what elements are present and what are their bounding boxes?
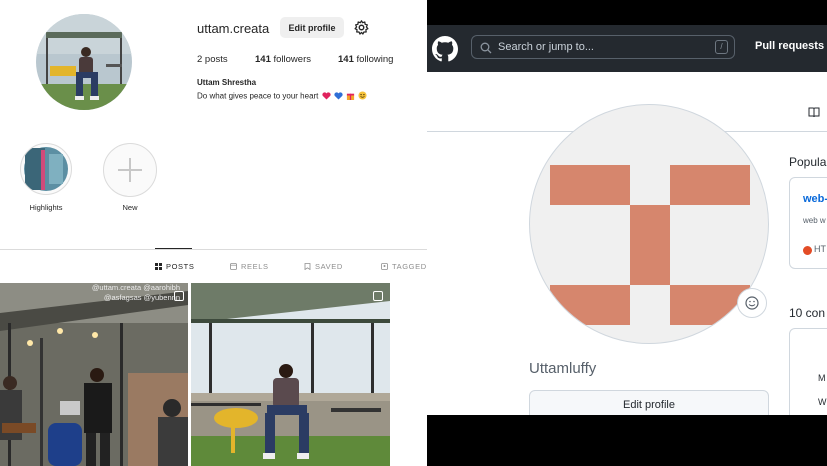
search-shortcut-key: / [715,40,728,54]
profile-bio: Do what gives peace to your heart [197,91,367,102]
edit-profile-button[interactable]: Edit profile [529,390,769,415]
language-color-dot [803,246,812,255]
new-highlight-button[interactable]: New [103,143,157,212]
profile-username: Uttamluffy [529,360,597,377]
gear-icon[interactable] [353,19,370,36]
edit-profile-button[interactable]: Edit profile [280,17,344,38]
window-bottom-bar [427,415,827,466]
book-icon[interactable] [808,105,820,118]
tab-reels-label: REELS [241,262,269,271]
profile-username: uttam.creata [197,21,270,36]
red-heart-icon [322,91,331,102]
reels-icon [230,263,237,270]
nav-pull-requests[interactable]: Pull requests [755,40,824,52]
github-logo-icon[interactable] [432,36,458,62]
repo-card[interactable]: web- web w HT [789,177,827,269]
multi-post-icon [373,291,383,301]
multi-post-icon [174,291,184,301]
search-placeholder: Search or jump to... [498,41,594,53]
highlight-item[interactable]: Highlights [19,143,73,212]
post-thumbnail[interactable]: @uttam.creata @aarohibh @asfagsas @yuben… [0,283,188,466]
search-input[interactable]: Search or jump to... / [471,35,735,59]
post-caption-line: @asfagsas @yubennn [103,293,180,302]
set-status-button[interactable] [737,288,767,318]
followers-count[interactable]: 141 followers [255,54,311,65]
search-icon [480,41,492,54]
weekday-label: M [818,373,826,383]
post-caption-line: @uttam.creata @aarohibh [91,283,180,292]
tab-tagged-label: TAGGED [392,262,427,271]
tabs-divider [0,249,427,250]
active-tab-indicator [155,248,192,249]
weekday-label: W [818,397,827,407]
gift-icon [346,91,355,102]
post-thumbnail[interactable] [191,283,390,466]
profile-avatar[interactable] [36,14,132,110]
repo-language: HT [814,244,826,254]
profile-full-name: Uttam Shrestha [197,78,257,87]
tab-saved[interactable]: SAVED [304,262,343,271]
smiley-icon [745,296,759,310]
tab-posts[interactable]: POSTS [155,262,194,271]
tab-reels[interactable]: REELS [230,262,269,271]
github-profile-window: Search or jump to... / Pull requests Utt… [427,0,827,466]
following-count[interactable]: 141 following [338,54,393,65]
posts-count[interactable]: 2 posts [197,54,228,65]
bookmark-icon [304,263,311,271]
contributions-heading: 10 con [789,306,826,320]
repo-description: web w [803,216,826,225]
tab-saved-label: SAVED [315,262,343,271]
tab-tagged[interactable]: TAGGED [381,262,427,271]
window-top-bar [427,0,827,25]
github-profile-body: Uttamluffy Edit profile Popula web- web … [427,72,827,415]
popular-repos-heading: Popula [789,155,827,169]
grid-icon [155,263,162,270]
highlight-cover [20,143,72,195]
bio-text: Do what gives peace to your heart [197,91,319,101]
post-caption: @uttam.creata @aarohibh @asfagsas @yuben… [92,283,180,303]
blue-heart-icon [334,91,343,102]
tagged-icon [381,263,388,270]
smiling-face-icon [358,91,367,102]
highlight-label: Highlights [29,203,63,212]
new-highlight-label: New [122,203,138,212]
plus-icon [103,143,157,197]
instagram-profile-window: uttam.creata Edit profile 2 posts 141 fo… [0,0,427,466]
profile-avatar[interactable] [529,104,769,344]
contributions-graph: M W [789,328,827,415]
tab-posts-label: POSTS [166,262,195,271]
repo-name-link[interactable]: web- [803,193,827,205]
